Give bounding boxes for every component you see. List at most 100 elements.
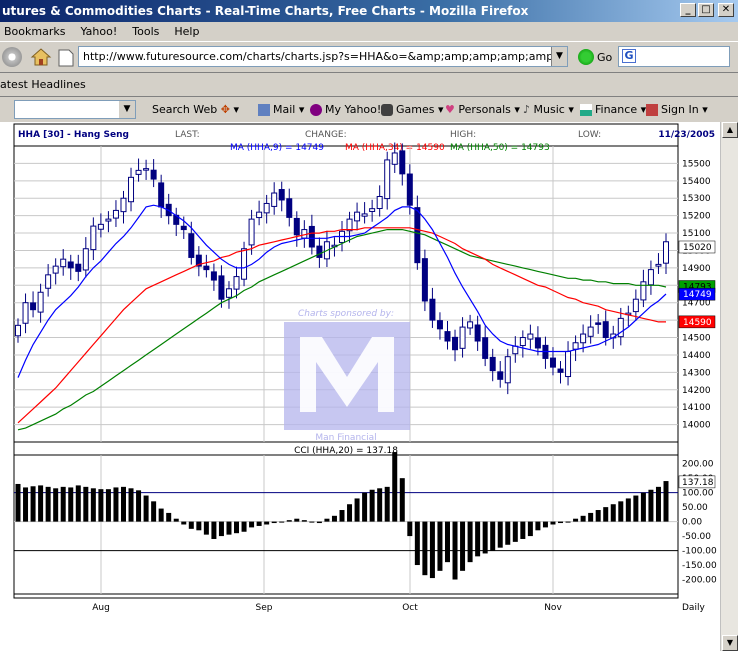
close-window-button[interactable]: ✕ bbox=[718, 3, 734, 17]
cci-bar bbox=[218, 521, 224, 537]
menu-bookmarks[interactable]: Bookmarks bbox=[4, 25, 65, 38]
cci-title: CCI (HHA,20) = 137.18 bbox=[294, 446, 398, 456]
personals-button[interactable]: ♥ Personals ▾ bbox=[445, 97, 520, 122]
x-axis-label: Nov bbox=[544, 603, 562, 613]
maximize-button[interactable]: □ bbox=[698, 3, 714, 17]
go-button[interactable]: Go bbox=[597, 51, 612, 64]
cci-bar bbox=[407, 521, 413, 537]
chart-date: 11/23/2005 bbox=[658, 130, 715, 140]
address-dropdown-icon[interactable]: ▼ bbox=[551, 47, 567, 66]
cci-bar bbox=[256, 521, 262, 526]
google-icon[interactable]: G bbox=[622, 49, 636, 63]
go-icon[interactable] bbox=[578, 49, 594, 65]
chart-canvas: HHA [30] - Hang Seng LAST: CHANGE: HIGH: LOW… bbox=[13, 122, 717, 613]
cci-bar bbox=[475, 521, 481, 557]
candle-body bbox=[459, 326, 466, 349]
cci-bar bbox=[580, 515, 586, 522]
legend-ma-2: MA (HHA,50) = 14793 bbox=[450, 143, 550, 153]
bookmark-headlines[interactable]: atest Headlines bbox=[0, 78, 86, 91]
low-label: LOW: bbox=[578, 130, 601, 140]
cci-tick-label: -200.00 bbox=[682, 576, 717, 586]
bookmarks-toolbar: atest Headlines bbox=[0, 73, 738, 97]
scroll-down-icon[interactable]: ▼ bbox=[722, 635, 738, 651]
cci-bar bbox=[98, 489, 104, 522]
cci-bar bbox=[234, 521, 240, 534]
cci-bar bbox=[558, 521, 564, 524]
candle-body bbox=[263, 202, 270, 214]
search-box[interactable]: G bbox=[618, 46, 730, 67]
cci-bar bbox=[241, 521, 247, 532]
candle-body bbox=[421, 258, 428, 302]
cci-bar bbox=[414, 521, 420, 566]
candle-body bbox=[37, 291, 44, 313]
games-button[interactable]: Games ▾ bbox=[381, 97, 444, 122]
scroll-up-icon[interactable]: ▲ bbox=[722, 122, 738, 138]
stop-icon[interactable] bbox=[2, 47, 22, 67]
minimize-button[interactable]: _ bbox=[680, 3, 696, 17]
music-icon: ♪ bbox=[523, 103, 531, 116]
sponsor-name: Man Financial bbox=[315, 433, 376, 443]
yahoo-search-dropdown-icon[interactable]: ▼ bbox=[119, 101, 135, 118]
chart-symbol-title: HHA [30] - Hang Seng bbox=[18, 130, 129, 140]
x-axis-period-label: Daily bbox=[682, 603, 705, 613]
candle-body bbox=[22, 302, 29, 324]
x-axis-label: Sep bbox=[256, 603, 273, 613]
cci-bar bbox=[105, 489, 111, 522]
candle-body bbox=[512, 345, 519, 355]
cci-bar bbox=[211, 521, 217, 539]
cci-bar bbox=[309, 521, 315, 523]
legend-ma-0: MA (HHA,9) = 14749 bbox=[230, 143, 324, 153]
candle-body bbox=[135, 169, 142, 175]
cci-bar bbox=[226, 521, 232, 535]
candle-body bbox=[218, 275, 225, 300]
candle-body bbox=[180, 225, 187, 231]
cci-bar bbox=[512, 521, 518, 542]
personals-icon: ♥ bbox=[445, 103, 455, 116]
cci-bar bbox=[618, 501, 624, 522]
cci-tick-label: -50.00 bbox=[682, 532, 711, 542]
search-web-button[interactable]: Search Web ✥ ▾ bbox=[152, 97, 239, 122]
price-tick-label: 15200 bbox=[682, 212, 711, 222]
cci-bar bbox=[610, 504, 616, 522]
candle-body bbox=[497, 371, 504, 380]
home-icon[interactable] bbox=[30, 47, 52, 67]
cci-bar bbox=[38, 485, 44, 522]
cci-bar bbox=[542, 521, 548, 528]
cci-tick-label: 100.00 bbox=[682, 489, 714, 499]
address-bar[interactable]: http://www.futuresource.com/charts/chart… bbox=[78, 46, 568, 67]
cci-bar bbox=[625, 498, 631, 522]
candle-body bbox=[241, 248, 248, 280]
vertical-scrollbar[interactable]: ▲ ▼ bbox=[720, 122, 738, 651]
candle-body bbox=[369, 208, 376, 212]
cci-bar bbox=[249, 521, 255, 528]
music-button[interactable]: ♪ Music ▾ bbox=[523, 97, 574, 122]
cci-bar bbox=[45, 486, 51, 522]
cci-bar bbox=[113, 487, 119, 522]
candle-body bbox=[286, 198, 293, 218]
candle-body bbox=[595, 322, 602, 325]
cci-bar bbox=[271, 521, 277, 524]
cci-bar bbox=[429, 521, 435, 579]
menu-help[interactable]: Help bbox=[174, 25, 199, 38]
page-icon bbox=[58, 49, 74, 67]
price-tick-label: 14400 bbox=[682, 351, 711, 361]
sign-in-button[interactable]: Sign In ▾ bbox=[646, 97, 708, 122]
candle-body bbox=[316, 245, 323, 258]
my-yahoo-button[interactable]: My Yahoo! bbox=[310, 97, 381, 122]
menu-tools[interactable]: Tools bbox=[132, 25, 159, 38]
candle-body bbox=[376, 195, 383, 210]
cci-bar bbox=[83, 486, 89, 522]
price-tick-label: 15400 bbox=[682, 177, 711, 187]
cci-bar bbox=[166, 512, 172, 522]
cci-bar bbox=[452, 521, 458, 580]
candle-body bbox=[112, 209, 119, 219]
yahoo-search-combo[interactable]: ▼ bbox=[14, 100, 136, 119]
cci-bar bbox=[550, 521, 556, 525]
menu-yahoo[interactable]: Yahoo! bbox=[80, 25, 117, 38]
cci-bar bbox=[203, 521, 209, 535]
finance-button[interactable]: Finance ▾ bbox=[580, 97, 646, 122]
cci-bar bbox=[535, 521, 541, 531]
mail-button[interactable]: Mail ▾ bbox=[258, 97, 304, 122]
cci-bar bbox=[301, 520, 307, 522]
candle-body bbox=[271, 192, 278, 207]
